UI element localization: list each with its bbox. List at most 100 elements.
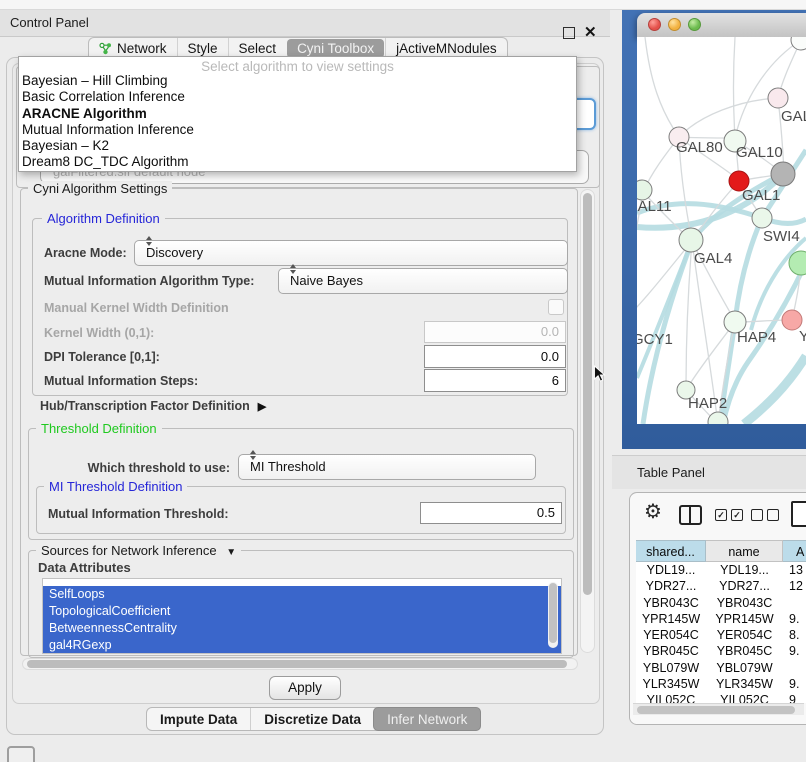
mi-steps-input[interactable]: 6 (424, 369, 566, 392)
column-header-3[interactable]: A (783, 540, 806, 562)
mi-threshold-input[interactable]: 0.5 (420, 502, 562, 524)
scrollbar-thumb[interactable] (549, 583, 557, 643)
cell[interactable]: 9. (783, 643, 806, 659)
attribute-item-gal4rgexp[interactable]: gal4RGexp (43, 637, 561, 654)
attribute-item-topologicalcoefficient[interactable]: TopologicalCoefficient (43, 603, 561, 620)
minimize-window-icon[interactable] (668, 18, 681, 31)
table-horizontal-scrollbar[interactable] (633, 703, 804, 715)
menu-item-basic-correlation-inference[interactable]: Basic Correlation Inference (22, 89, 573, 105)
attribute-item-selfloops[interactable]: SelfLoops (43, 586, 561, 603)
zoom-window-icon[interactable] (688, 18, 701, 31)
network-window-titlebar[interactable] (637, 13, 806, 38)
column-header-1[interactable]: shared... (636, 540, 706, 562)
cell[interactable]: 8. (783, 627, 806, 643)
node-unlabeled[interactable] (791, 37, 806, 50)
menu-item-dream8-dc-tdc-algorithm[interactable]: Dream8 DC_TDC Algorithm (22, 154, 573, 170)
dpi-tolerance-input[interactable]: 0.0 (424, 345, 566, 368)
cell[interactable]: 9 (783, 692, 806, 703)
hub-definition-expander[interactable]: Hub/Transcription Factor Definition▶ (40, 399, 266, 413)
select-all-checks-icon[interactable]: ✓✓ (715, 509, 743, 521)
cell[interactable]: YBR043C (706, 595, 783, 611)
tab-infer-network[interactable]: Infer Network (373, 707, 481, 731)
table-row[interactable]: YDR27...YDR27...12 (636, 578, 806, 594)
cell[interactable] (783, 660, 806, 676)
cell[interactable]: 12 (783, 578, 806, 594)
cell[interactable]: YBR045C (706, 643, 783, 659)
tab-impute-data[interactable]: Impute Data (147, 708, 250, 730)
data-attributes-list[interactable]: SelfLoopsTopologicalCoefficientBetweenne… (42, 578, 562, 654)
attributes-list-scrollbar[interactable] (548, 582, 558, 648)
dpi-tolerance-label: DPI Tolerance [0,1]: (44, 350, 160, 364)
menu-item-mutual-information-inference[interactable]: Mutual Information Inference (22, 122, 573, 138)
table-row[interactable]: YDL19...YDL19...13 (636, 562, 806, 578)
manual-kernel-width-checkbox[interactable] (548, 299, 564, 315)
column-header-2[interactable]: name (706, 540, 783, 562)
kernel-width-input[interactable]: 0.0 (424, 321, 566, 343)
cell[interactable]: YDR27... (706, 578, 783, 594)
mi-algorithm-type-combobox[interactable]: Naive Bayes (278, 268, 568, 294)
menu-item-bayesian-hill-climbing[interactable]: Bayesian – Hill Climbing (22, 73, 573, 89)
close-icon[interactable]: ✕ (584, 21, 597, 45)
cell[interactable]: YPR145W (706, 611, 783, 627)
dropdown-placeholder: Select algorithm to view settings (19, 59, 576, 74)
cell[interactable]: 13 (783, 562, 806, 578)
table-row[interactable]: YLR345WYLR345W9. (636, 676, 806, 692)
mi-threshold-group-title: MI Threshold Definition (44, 479, 187, 494)
cell[interactable]: YBR043C (636, 595, 706, 611)
cell[interactable] (783, 595, 806, 611)
node-unlabeled[interactable] (771, 162, 795, 186)
menu-item-bayesian-k2[interactable]: Bayesian – K2 (22, 138, 573, 154)
table-row[interactable]: YBR045CYBR045C9. (636, 643, 806, 659)
menu-item-aracne-algorithm[interactable]: ARACNE Algorithm (22, 106, 573, 122)
aracne-mode-combobox[interactable]: Discovery (134, 240, 568, 266)
cell[interactable]: YER054C (636, 627, 706, 643)
scrollbar-thumb[interactable] (583, 193, 592, 595)
screen: Control Panel ✕ NetworkStyleSelectCyni T… (0, 0, 806, 762)
cell[interactable]: YDR27... (636, 578, 706, 594)
split-columns-icon[interactable] (679, 505, 702, 525)
table-row[interactable]: YER054CYER054C8. (636, 627, 806, 643)
table-row[interactable]: YBL079WYBL079W (636, 660, 806, 676)
document-icon[interactable] (791, 501, 806, 527)
cell[interactable]: YBL079W (706, 660, 783, 676)
table-row[interactable]: YPR145WYPR145W9. (636, 611, 806, 627)
which-threshold-label: Which threshold to use: (60, 461, 230, 475)
cell[interactable]: YBR045C (636, 643, 706, 659)
attribute-item-betweennesscentrality[interactable]: BetweennessCentrality (43, 620, 561, 637)
table-row[interactable]: YBR043CYBR043C (636, 595, 806, 611)
cell[interactable]: 9. (783, 676, 806, 692)
table-row[interactable]: YIL052CYIL052C9 (636, 692, 806, 703)
which-threshold-combobox[interactable]: MI Threshold (238, 454, 536, 480)
settings-vertical-scrollbar[interactable] (580, 189, 595, 653)
float-panel-icon[interactable] (563, 27, 575, 39)
cell[interactable]: 9. (783, 611, 806, 627)
close-window-icon[interactable] (648, 18, 661, 31)
deselect-all-checks-icon[interactable] (751, 509, 779, 521)
apply-button[interactable]: Apply (269, 676, 341, 700)
tab-discretize-data[interactable]: Discretize Data (250, 708, 374, 730)
cell[interactable]: YLR345W (636, 676, 706, 692)
settings-horizontal-scrollbar[interactable] (22, 658, 578, 670)
node-gal4[interactable] (679, 228, 703, 252)
cell[interactable]: YBL079W (636, 660, 706, 676)
cell[interactable]: YPR145W (636, 611, 706, 627)
node-swi4[interactable] (752, 208, 772, 228)
cell[interactable]: YLR345W (706, 676, 783, 692)
scrollbar-thumb[interactable] (637, 706, 795, 714)
node-label: Y (799, 328, 806, 345)
sources-group-title[interactable]: Sources for Network Inference ▼ (36, 543, 241, 558)
minimized-panel-icon[interactable] (7, 746, 35, 762)
node-gal11[interactable] (637, 180, 652, 200)
node-y[interactable] (782, 310, 802, 330)
cell[interactable]: YIL052C (706, 692, 783, 703)
scrollbar-thumb[interactable] (27, 660, 567, 668)
node-gal[interactable] (768, 88, 788, 108)
node-label: SWI4 (763, 228, 800, 245)
network-canvas[interactable]: GALGAL80GAL10GAL1GAL11SWI4GAL4HAP4GCY1YH… (637, 37, 806, 424)
expander-arrow-icon: ▶ (258, 401, 266, 413)
cell[interactable]: YDL19... (706, 562, 783, 578)
cell[interactable]: YER054C (706, 627, 783, 643)
cell[interactable]: YIL052C (636, 692, 706, 703)
gear-icon[interactable]: ⚙ (644, 499, 662, 524)
cell[interactable]: YDL19... (636, 562, 706, 578)
